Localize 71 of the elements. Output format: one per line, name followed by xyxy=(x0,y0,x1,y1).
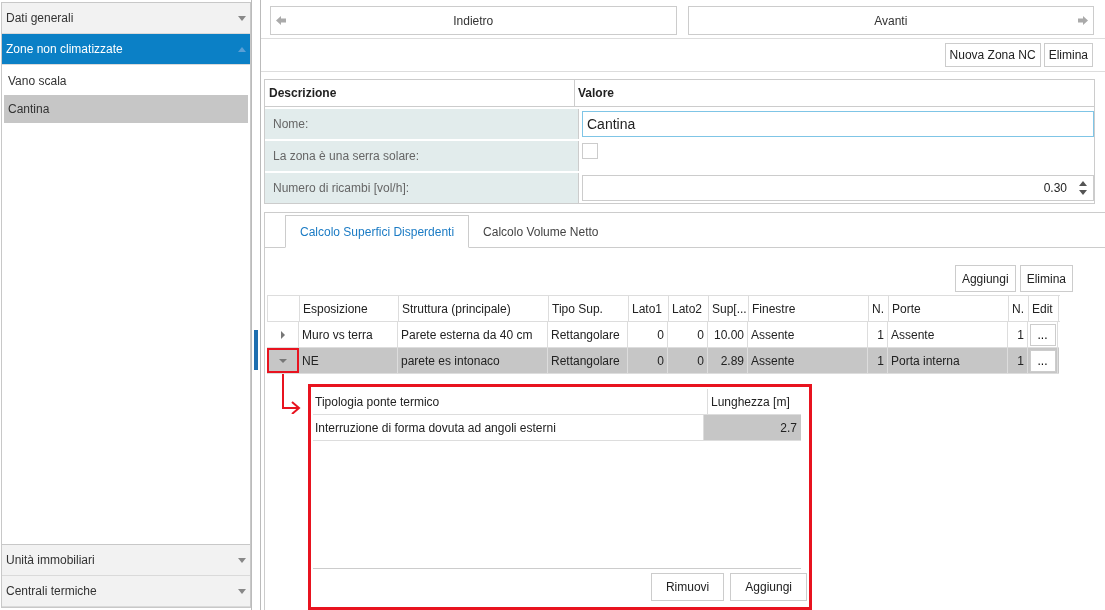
table-cell: Assente xyxy=(748,348,868,373)
column-header: N. xyxy=(869,296,889,321)
column-header: Lunghezza [m] xyxy=(710,393,791,411)
spinner-arrows-icon xyxy=(1079,181,1087,195)
toolbar-button[interactable]: Elimina xyxy=(1043,43,1093,67)
table-cell: 1 xyxy=(868,322,888,347)
table-cell: 1 xyxy=(1008,348,1028,373)
tab[interactable]: Calcolo Superfici Disperdenti xyxy=(285,215,470,248)
table-cell: Rettangolare xyxy=(548,348,628,373)
number-spinner[interactable]: 0.30 xyxy=(582,175,1094,201)
grid-button[interactable]: Aggiungi xyxy=(954,265,1016,292)
arrow-left-icon xyxy=(276,16,286,25)
sidebar-section-header[interactable]: Dati generali xyxy=(2,3,250,34)
edit-button[interactable]: ... xyxy=(1029,349,1056,372)
caret-icon xyxy=(238,46,246,52)
column-header: Finestre xyxy=(749,296,869,321)
table-cell: Assente xyxy=(888,322,1008,347)
column-header: Lato1 xyxy=(629,296,669,321)
table-cell: 1 xyxy=(1008,322,1028,347)
sidebar-item[interactable]: Cantina xyxy=(4,95,248,123)
table-cell: Parete esterna da 40 cm xyxy=(398,322,548,347)
edit-button[interactable]: ... xyxy=(1029,323,1056,346)
detail-button[interactable]: Aggiungi xyxy=(730,573,807,601)
column-header: Sup[... xyxy=(709,296,749,321)
column-header: Porte xyxy=(889,296,1009,321)
forward-button[interactable]: Avanti xyxy=(687,6,1094,35)
sidebar-section-header[interactable]: Unità immobiliari xyxy=(2,545,250,576)
table-cell: Porta interna xyxy=(888,348,1008,373)
column-header: Tipo Sup. xyxy=(549,296,629,321)
table-cell: 0 xyxy=(628,322,668,347)
caret-icon xyxy=(280,330,285,339)
name-input[interactable]: Cantina xyxy=(582,111,1094,137)
column-header: Esposizione xyxy=(300,296,399,321)
table-cell: NE xyxy=(299,348,398,373)
tab[interactable]: Calcolo Volume Netto xyxy=(469,215,613,248)
table-cell: 1 xyxy=(868,348,888,373)
column-header: Edit xyxy=(1029,296,1059,321)
column-header: Valore xyxy=(577,85,616,102)
column-header: Tipologia ponte termico xyxy=(313,389,708,414)
caret-icon xyxy=(238,557,246,563)
detail-button[interactable]: Rimuovi xyxy=(650,573,725,601)
column-header: Descrizione xyxy=(265,80,575,106)
table-cell: 2.7 xyxy=(704,415,801,440)
toolbar-button[interactable]: Nuova Zona NC xyxy=(944,43,1041,67)
back-button[interactable]: Indietro xyxy=(270,6,677,35)
table-cell: 0 xyxy=(628,348,668,373)
table-cell: Assente xyxy=(748,322,868,347)
table-cell: parete es intonaco xyxy=(398,348,548,373)
caret-icon xyxy=(238,15,246,21)
table-cell: 0 xyxy=(668,322,708,347)
grid-button[interactable]: Elimina xyxy=(1019,265,1073,292)
table-cell: 10.00 xyxy=(708,322,748,347)
table-cell: 2.89 xyxy=(708,348,748,373)
expand-toggle[interactable] xyxy=(267,348,299,373)
splitter-handle[interactable] xyxy=(254,330,258,370)
table-cell: Rettangolare xyxy=(548,322,628,347)
table-cell: 0 xyxy=(668,348,708,373)
column-header: N. xyxy=(1009,296,1029,321)
property-label: Nome: xyxy=(265,109,579,139)
checkbox[interactable] xyxy=(582,143,598,159)
sidebar-section-header[interactable]: Centrali termiche xyxy=(2,576,250,607)
arrow-right-icon xyxy=(1078,16,1088,25)
caret-icon xyxy=(238,588,246,594)
property-label: Numero di ricambi [vol/h]: xyxy=(265,173,579,203)
column-header: Lato2 xyxy=(669,296,709,321)
sidebar-section-header[interactable]: Zone non climatizzate xyxy=(2,34,250,65)
column-header: Struttura (principale) xyxy=(399,296,549,321)
sidebar-item[interactable]: Vano scala xyxy=(4,67,248,95)
caret-icon xyxy=(278,358,287,363)
table-cell: Muro vs terra xyxy=(299,322,398,347)
property-label: La zona è una serra solare: xyxy=(265,141,579,171)
